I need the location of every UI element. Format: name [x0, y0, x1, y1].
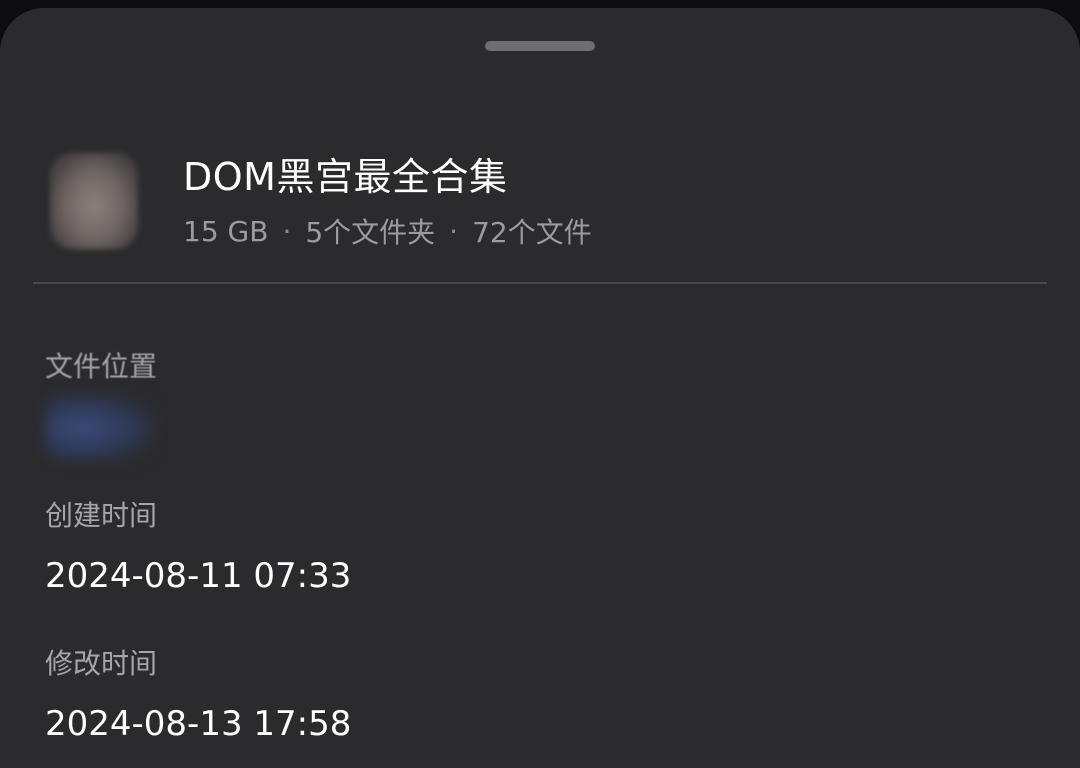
location-value-redacted[interactable]	[45, 393, 155, 463]
file-details-sheet: DOM黑宫最全合集 15 GB · 5个文件夹 · 72个文件 文件位置 创建时…	[0, 8, 1080, 768]
modified-label: 修改时间	[45, 647, 158, 680]
file-size: 15 GB	[183, 214, 269, 248]
header-divider	[33, 282, 1047, 284]
folder-count: 5个文件夹	[305, 216, 436, 249]
created-label: 创建时间	[45, 499, 158, 532]
meta-separator-1: ·	[282, 214, 292, 248]
drag-handle[interactable]	[485, 41, 595, 51]
folder-thumbnail-image	[50, 153, 138, 249]
file-count: 72个文件	[472, 216, 592, 249]
file-title: DOM黑宫最全合集	[183, 155, 508, 199]
meta-separator-2: ·	[449, 214, 459, 248]
file-meta: 15 GB · 5个文件夹 · 72个文件	[183, 211, 592, 251]
created-value: 2024-08-11 07:33	[45, 556, 352, 596]
modified-value: 2024-08-13 17:58	[45, 704, 352, 744]
location-label: 文件位置	[45, 350, 158, 383]
